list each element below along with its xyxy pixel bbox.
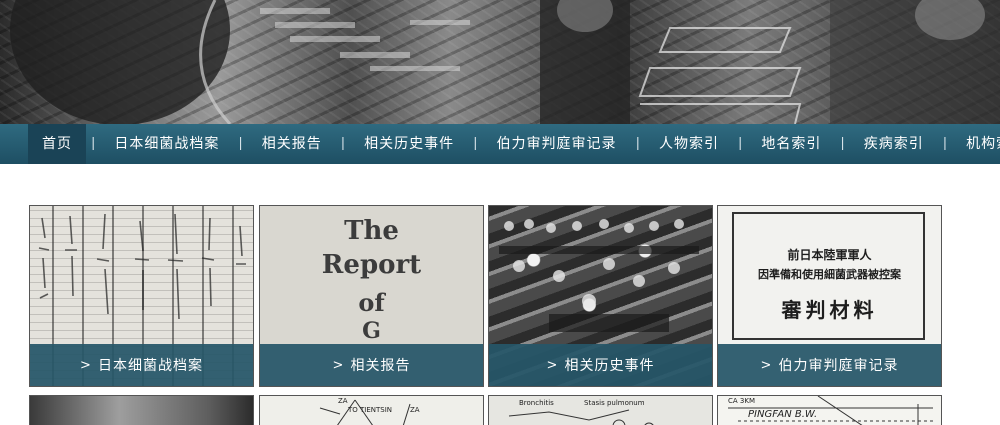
nav-item-institution-index[interactable]: 机构索引 bbox=[952, 124, 1000, 164]
card-row2-plan[interactable]: PINGFAN B.W. CA 3KM bbox=[717, 395, 942, 425]
nav-item-related-reports[interactable]: 相关报告 bbox=[248, 124, 336, 164]
card-row2-map[interactable]: ZA TO TIENTSIN ZA bbox=[259, 395, 484, 425]
cover-text-line: 審判材料 bbox=[781, 298, 878, 322]
nav-item-person-index[interactable]: 人物索引 bbox=[645, 124, 733, 164]
card-caption-text: 日本细菌战档案 bbox=[97, 358, 203, 374]
nav-separator: | bbox=[737, 136, 743, 151]
nav-separator: | bbox=[473, 136, 478, 151]
card-caption: > 相关历史事件 bbox=[489, 344, 712, 386]
map-label: TO TIENTSIN bbox=[348, 406, 393, 414]
map-label: ZA bbox=[410, 406, 420, 414]
chevron-right-icon: > bbox=[80, 357, 92, 373]
nav-separator: | bbox=[91, 136, 96, 151]
nav-item-germ-warfare-archives[interactable]: 日本细菌战档案 bbox=[100, 124, 233, 164]
card-caption-text: 伯力审判庭审记录 bbox=[778, 358, 899, 374]
card-caption: > 相关报告 bbox=[260, 344, 483, 386]
card-row2-diagram[interactable]: Bronchitis Stasis pulmonum bbox=[488, 395, 713, 425]
report-cover-line: The bbox=[344, 216, 399, 246]
page: 首页 | 日本细菌战档案 | 相关报告 | 相关历史事件 | 伯力审判庭审记录 … bbox=[0, 0, 1000, 425]
card-caption-text: 相关报告 bbox=[350, 358, 411, 374]
nav-item-disease-index[interactable]: 疾病索引 bbox=[850, 124, 938, 164]
cover-text-line: 前日本陸軍軍人 bbox=[787, 248, 872, 262]
nav-item-place-index[interactable]: 地名索引 bbox=[747, 124, 835, 164]
card-related-reports[interactable]: The Report of G > 相关报告 bbox=[259, 205, 484, 387]
card-caption: > 伯力审判庭审记录 bbox=[718, 344, 941, 386]
banner-photo-graphic bbox=[10, 0, 1000, 124]
map-label: ZA bbox=[338, 397, 348, 405]
chevron-right-icon: > bbox=[546, 357, 559, 373]
plan-label: PINGFAN B.W. bbox=[748, 409, 818, 420]
card-caption: > 日本细菌战档案 bbox=[30, 344, 253, 386]
diagram-label: Stasis pulmonum bbox=[584, 399, 645, 407]
nav-item-home[interactable]: 首页 bbox=[28, 124, 86, 164]
site-plan-thumbnail: PINGFAN B.W. CA 3KM bbox=[718, 396, 941, 425]
cover-text-line: 因準備和使用細菌武器被控案 bbox=[758, 268, 901, 281]
nav-separator: | bbox=[942, 136, 948, 151]
diagram-thumbnail: Bronchitis Stasis pulmonum bbox=[489, 396, 712, 425]
report-cover-line: of bbox=[358, 288, 385, 317]
map-thumbnail: ZA TO TIENTSIN ZA bbox=[260, 396, 483, 425]
nav-item-khabarovsk-trial[interactable]: 伯力审判庭审记录 bbox=[483, 124, 631, 164]
card-germ-warfare-archives[interactable]: > 日本细菌战档案 bbox=[29, 205, 254, 387]
plan-label: CA 3KM bbox=[728, 397, 755, 405]
nav-item-historical-events[interactable]: 相关历史事件 bbox=[350, 124, 468, 164]
card-historical-events[interactable]: > 相关历史事件 bbox=[488, 205, 713, 387]
nav-separator: | bbox=[340, 136, 346, 151]
diagram-label: Bronchitis bbox=[519, 399, 554, 407]
report-cover-line: Report bbox=[321, 250, 422, 280]
card-khabarovsk-trial[interactable]: 前日本陸軍軍人 因準備和使用細菌武器被控案 審判材料 > 伯力审判庭审记录 bbox=[717, 205, 942, 387]
nav-separator: | bbox=[635, 136, 640, 151]
nav-separator: | bbox=[840, 136, 845, 151]
card-row2-photo[interactable] bbox=[29, 395, 254, 425]
chevron-right-icon: > bbox=[332, 357, 345, 373]
chevron-right-icon: > bbox=[760, 357, 773, 373]
card-caption-text: 相关历史事件 bbox=[564, 358, 655, 374]
nav-separator: | bbox=[238, 136, 243, 151]
main-nav: 首页 | 日本细菌战档案 | 相关报告 | 相关历史事件 | 伯力审判庭审记录 … bbox=[0, 124, 1000, 164]
report-cover-line: G bbox=[362, 318, 381, 344]
photo-thumbnail bbox=[30, 396, 253, 425]
header-banner-image bbox=[0, 0, 1000, 124]
